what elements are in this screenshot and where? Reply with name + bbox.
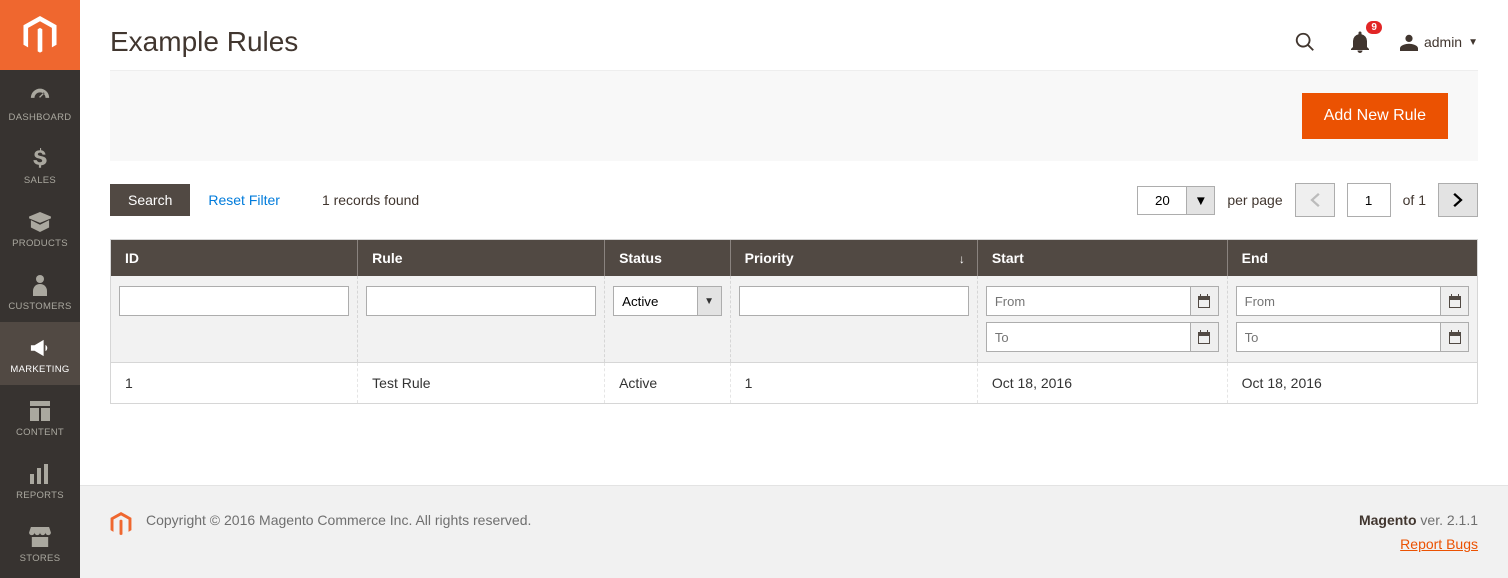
filter-start-to-input[interactable] (986, 322, 1191, 352)
cell-id: 1 (111, 363, 358, 404)
column-header-priority[interactable]: Priority↓ (730, 240, 977, 276)
add-new-rule-button[interactable]: Add New Rule (1302, 93, 1448, 139)
footer: Copyright © 2016 Magento Commerce Inc. A… (80, 485, 1508, 578)
column-header-end[interactable]: End (1227, 240, 1477, 276)
search-icon (1294, 31, 1316, 53)
sidebar-item-label: MARKETING (10, 364, 69, 375)
bar-chart-icon (4, 462, 76, 486)
per-page-select[interactable]: ▼ (1137, 186, 1215, 215)
cell-status: Active (605, 363, 731, 404)
bell-icon (1350, 31, 1370, 53)
footer-copyright: Copyright © 2016 Magento Commerce Inc. A… (146, 512, 531, 528)
page-title: Example Rules (110, 26, 1290, 58)
column-header-status[interactable]: Status (605, 240, 731, 276)
cell-rule: Test Rule (358, 363, 605, 404)
filter-priority-input[interactable] (739, 286, 969, 316)
calendar-icon (1448, 330, 1462, 344)
calendar-button[interactable] (1191, 286, 1219, 316)
page-number-input[interactable] (1347, 183, 1391, 217)
gauge-icon (4, 84, 76, 108)
page-of-label: of 1 (1403, 192, 1426, 208)
reset-filter-link[interactable]: Reset Filter (208, 192, 280, 208)
sidebar-item-label: CONTENT (16, 427, 64, 438)
search-grid-button[interactable]: Search (110, 184, 190, 216)
calendar-icon (1197, 330, 1211, 344)
per-page-dropdown-button[interactable]: ▼ (1186, 187, 1214, 214)
filter-end-to-input[interactable] (1236, 322, 1441, 352)
sidebar-item-dashboard[interactable]: DASHBOARD (0, 70, 80, 133)
cell-start: Oct 18, 2016 (977, 363, 1227, 404)
filter-row: Active ▼ (111, 276, 1477, 363)
rules-grid: ID Rule Status Priority↓ Start End (110, 239, 1478, 404)
sidebar-item-products[interactable]: PRODUCTS (0, 196, 80, 259)
prev-page-button[interactable] (1295, 183, 1335, 217)
sidebar-item-reports[interactable]: REPORTS (0, 448, 80, 511)
select-dropdown-button[interactable]: ▼ (698, 286, 722, 316)
sidebar-item-stores[interactable]: STORES (0, 511, 80, 574)
filter-end-from-input[interactable] (1236, 286, 1441, 316)
calendar-button[interactable] (1191, 322, 1219, 352)
box-icon (4, 210, 76, 234)
sort-down-icon: ↓ (959, 252, 965, 266)
chevron-left-icon (1310, 193, 1320, 207)
sidebar-item-content[interactable]: CONTENT (0, 385, 80, 448)
footer-version: Magento ver. 2.1.1 (1359, 512, 1478, 528)
column-header-start[interactable]: Start (977, 240, 1227, 276)
notifications-button[interactable]: 9 (1346, 27, 1374, 57)
search-button[interactable] (1290, 27, 1320, 57)
filter-start-from-input[interactable] (986, 286, 1191, 316)
calendar-icon (1448, 294, 1462, 308)
sidebar-item-label: SALES (24, 175, 56, 186)
sidebar-item-label: DASHBOARD (9, 112, 72, 123)
chevron-right-icon (1453, 193, 1463, 207)
column-header-id[interactable]: ID (111, 240, 358, 276)
magento-logo-small (110, 512, 132, 539)
notification-count: 9 (1366, 21, 1382, 34)
sidebar: DASHBOARD SALES PRODUCTS CUSTOMERS MARKE… (0, 0, 80, 578)
sidebar-item-sales[interactable]: SALES (0, 133, 80, 196)
per-page-label: per page (1227, 192, 1282, 208)
layout-icon (4, 399, 76, 423)
calendar-button[interactable] (1441, 322, 1469, 352)
calendar-button[interactable] (1441, 286, 1469, 316)
report-bugs-link[interactable]: Report Bugs (1359, 536, 1478, 552)
sidebar-item-label: STORES (20, 553, 61, 564)
column-header-rule[interactable]: Rule (358, 240, 605, 276)
sidebar-item-customers[interactable]: CUSTOMERS (0, 259, 80, 322)
megaphone-icon (4, 336, 76, 360)
sidebar-item-label: REPORTS (16, 490, 64, 501)
caret-down-icon: ▼ (704, 296, 714, 307)
next-page-button[interactable] (1438, 183, 1478, 217)
cell-priority: 1 (730, 363, 977, 404)
filter-id-input[interactable] (119, 286, 349, 316)
records-found: 1 records found (322, 192, 419, 208)
sidebar-item-marketing[interactable]: MARKETING (0, 322, 80, 385)
caret-down-icon: ▼ (1468, 37, 1478, 48)
calendar-icon (1197, 294, 1211, 308)
sidebar-item-label: CUSTOMERS (8, 301, 71, 312)
person-icon (4, 273, 76, 297)
user-label: admin (1424, 34, 1462, 50)
filter-status-select[interactable]: Active (613, 286, 698, 316)
per-page-value[interactable] (1138, 187, 1186, 214)
magento-logo[interactable] (0, 0, 80, 70)
storefront-icon (4, 525, 76, 549)
cell-end: Oct 18, 2016 (1227, 363, 1477, 404)
user-menu[interactable]: admin ▼ (1400, 33, 1478, 51)
sidebar-item-label: PRODUCTS (12, 238, 68, 249)
user-icon (1400, 33, 1418, 51)
filter-rule-input[interactable] (366, 286, 596, 316)
table-row[interactable]: 1 Test Rule Active 1 Oct 18, 2016 Oct 18… (111, 363, 1477, 404)
dollar-icon (4, 147, 76, 171)
caret-down-icon: ▼ (1194, 193, 1207, 208)
